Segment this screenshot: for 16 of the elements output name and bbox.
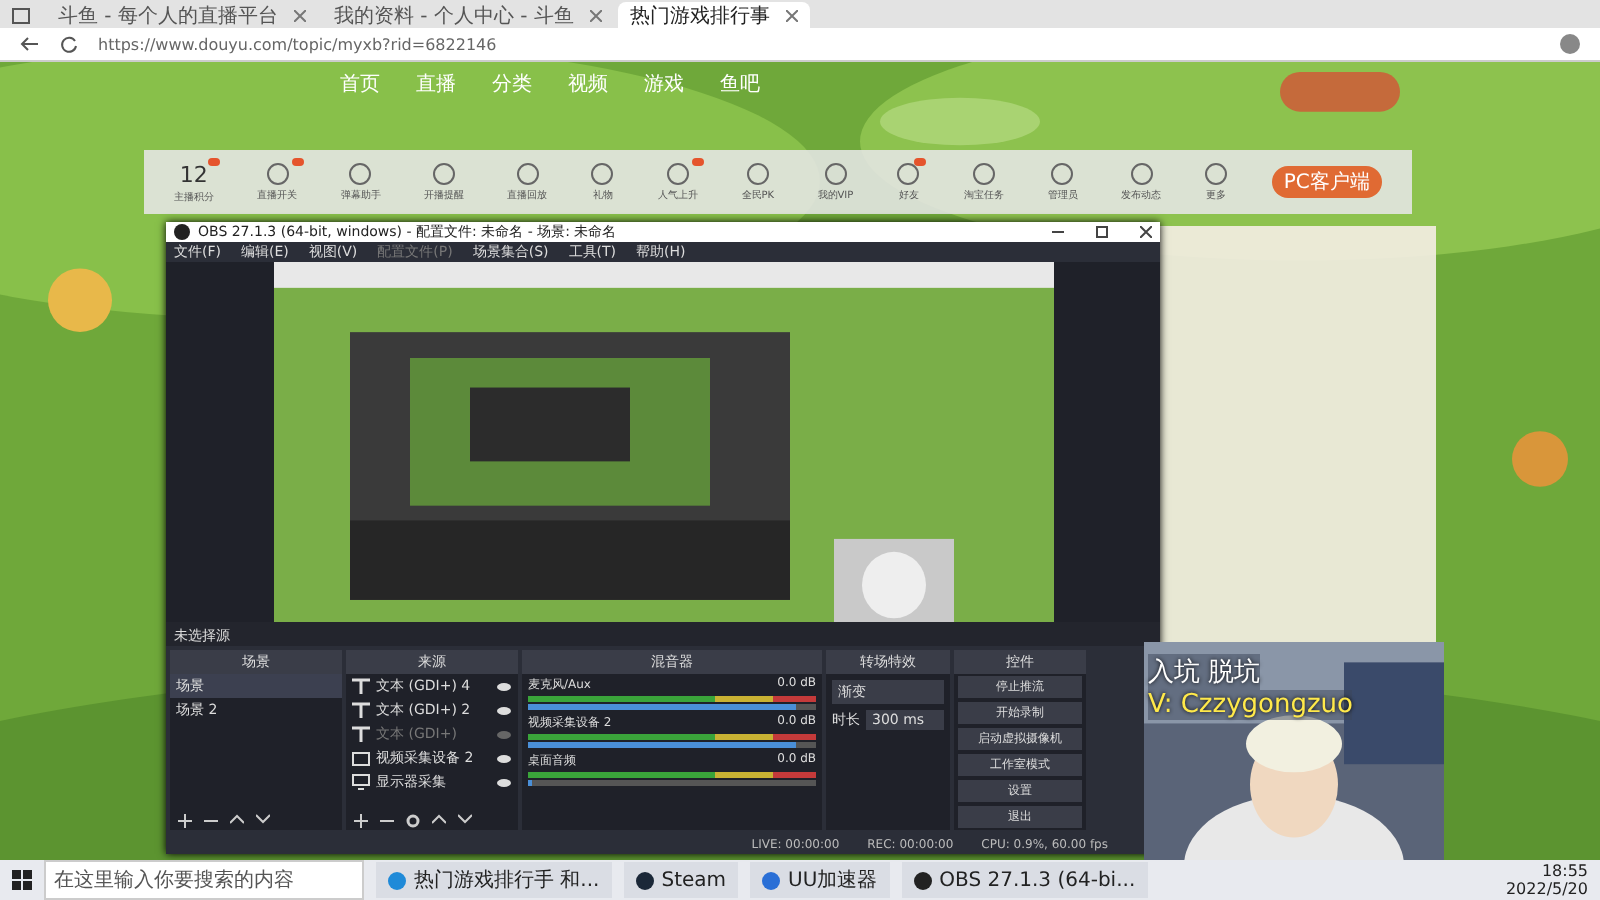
taskbar-app[interactable]: OBS 27.1.3 (64-bi... xyxy=(901,862,1148,898)
browser-tab[interactable]: 斗鱼 - 每个人的直播平台 xyxy=(46,2,318,28)
back-icon[interactable] xyxy=(20,36,40,52)
profile-icon[interactable] xyxy=(1560,34,1580,54)
taskbar-app[interactable]: Steam xyxy=(623,862,739,898)
taskbar-app[interactable]: 热门游戏排行手 和... xyxy=(376,862,612,898)
windows-start-icon[interactable] xyxy=(12,870,32,890)
search-field[interactable]: 在这里输入你要搜索的内容 xyxy=(44,860,364,900)
close-icon[interactable] xyxy=(785,9,798,21)
tabs-icon[interactable] xyxy=(12,4,30,28)
clock-time: 18:55 xyxy=(1541,862,1588,880)
clock-date: 2022/5/20 xyxy=(1505,880,1588,898)
reload-icon[interactable] xyxy=(60,35,78,53)
browser-tab[interactable]: 热门游戏排行事 xyxy=(617,2,810,28)
taskbar-app[interactable]: UU加速器 xyxy=(750,862,890,898)
browser-tab[interactable]: 我的资料 - 个人中心 - 斗鱼 xyxy=(321,2,614,28)
